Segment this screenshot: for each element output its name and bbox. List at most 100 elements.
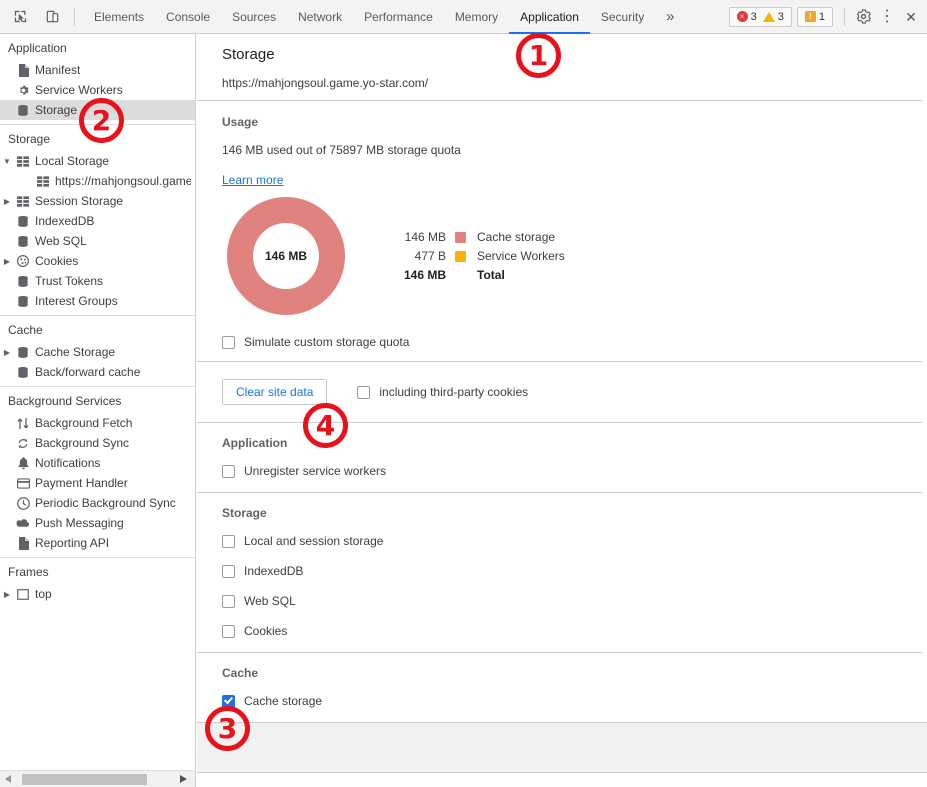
tab-application[interactable]: Application [509, 0, 590, 34]
sidebar-horizontal-scrollbar[interactable] [0, 770, 195, 787]
sidebar-item-label: Trust Tokens [35, 274, 104, 288]
database-icon [14, 275, 32, 287]
sidebar-item-push-messaging[interactable]: Push Messaging [0, 513, 195, 533]
clear-option-label: Cookies [244, 624, 288, 638]
clear-option-indexeddb-row[interactable]: IndexedDB [222, 564, 927, 578]
sidebar-item-background-sync[interactable]: Background Sync [0, 433, 195, 453]
sidebar-item-label: Cache Storage [35, 345, 116, 359]
clear-option-local-and-session-storage-checkbox[interactable] [222, 534, 235, 548]
tab-label: Sources [232, 9, 277, 24]
sidebar-item-notifications[interactable]: Notifications [0, 453, 195, 473]
issue-counter[interactable]: ! 1 [802, 11, 828, 23]
more-tabs-icon[interactable]: » [655, 0, 685, 34]
tab-sources[interactable]: Sources [221, 0, 287, 34]
issue-info-icon: ! [804, 11, 816, 22]
chevron-right-icon[interactable]: ▶ [0, 257, 14, 266]
sidebar-item-background-fetch[interactable]: Background Fetch [0, 413, 195, 433]
clear-option-cookies-row[interactable]: Cookies [222, 624, 927, 638]
chevron-right-icon[interactable]: ▶ [0, 197, 14, 206]
tab-security[interactable]: Security [590, 0, 655, 34]
sidebar-item-cookies[interactable]: ▶ Cookies [0, 251, 195, 271]
issues-counter-group[interactable]: ! 1 [796, 6, 833, 27]
sidebar-item-cache-storage[interactable]: ▶ Cache Storage [0, 342, 195, 362]
clear-site-data-button[interactable]: Clear site data [222, 379, 328, 405]
clear-option-web-sql-checkbox[interactable] [222, 594, 235, 608]
scrollbar-thumb[interactable] [22, 773, 147, 785]
scroll-left-arrow-icon[interactable] [0, 771, 16, 787]
sidebar-item-session-storage[interactable]: ▶ Session Storage [0, 191, 195, 211]
sidebar-item-trust-tokens[interactable]: Trust Tokens [0, 271, 195, 291]
clear-option-indexeddb-checkbox[interactable] [222, 564, 235, 578]
scroll-right-arrow-icon[interactable] [175, 771, 191, 787]
legend-total-label: Total [477, 268, 505, 282]
tab-elements[interactable]: Elements [83, 0, 155, 34]
issue-counters[interactable]: × 3 3 [728, 6, 792, 27]
donut-center-label: 146 MB [253, 223, 319, 289]
inspect-element-icon[interactable] [6, 3, 34, 31]
sidebar-item-service-workers[interactable]: Service Workers [0, 80, 195, 100]
clear-option-unregister-service-workers-row[interactable]: Unregister service workers [222, 464, 927, 478]
sync-icon [14, 437, 32, 450]
sidebar-item-label: Cookies [35, 254, 79, 268]
chevron-right-icon[interactable]: ▶ [0, 348, 14, 357]
simulate-custom-quota-checkbox[interactable] [222, 335, 235, 349]
sidebar-item-top[interactable]: ▶ top [0, 584, 195, 604]
learn-more-link[interactable]: Learn more [222, 173, 283, 187]
tab-network[interactable]: Network [287, 0, 353, 34]
sidebar-item-web-sql[interactable]: Web SQL [0, 231, 195, 251]
sidebar-item-https-mahjongsoul-game-yo-star-com[interactable]: https://mahjongsoul.game.yo-star.com [0, 171, 195, 191]
clear-option-local-and-session-storage-row[interactable]: Local and session storage [222, 534, 927, 548]
device-toolbar-icon[interactable] [38, 3, 66, 31]
usage-heading: Usage [222, 115, 259, 129]
sidebar-item-back-forward-cache[interactable]: Back/forward cache [0, 362, 195, 382]
chevron-down-icon[interactable]: ▼ [0, 157, 14, 166]
sidebar-item-label: Push Messaging [35, 516, 124, 530]
sidebar-item-label: top [35, 587, 52, 601]
clear-option-label: Local and session storage [244, 534, 384, 548]
sidebar-section-cache: Cache ▶ Cache Storage Back/forward cache [0, 315, 195, 386]
include-third-party-cookies-row[interactable]: including third-party cookies [357, 385, 528, 399]
sidebar-item-reporting-api[interactable]: Reporting API [0, 533, 195, 553]
devtools-toolbar: Elements Console Sources Network Perform… [0, 0, 927, 34]
warning-count: 3 [777, 10, 784, 23]
sidebar-item-label: IndexedDB [35, 214, 95, 228]
sidebar-item-payment-handler[interactable]: Payment Handler [0, 473, 195, 493]
more-tabs-label: » [666, 8, 675, 25]
cloud-icon [14, 518, 32, 528]
sidebar-item-interest-groups[interactable]: Interest Groups [0, 291, 195, 311]
simulate-custom-quota-row[interactable]: Simulate custom storage quota [222, 335, 927, 349]
tab-performance[interactable]: Performance [353, 0, 444, 34]
table-icon [14, 155, 32, 167]
clear-option-cache-storage-checkbox[interactable] [222, 694, 235, 708]
settings-gear-icon[interactable] [851, 5, 875, 29]
sidebar-item-local-storage[interactable]: ▼ Local Storage [0, 151, 195, 171]
storage-donut-chart: 146 MB [227, 197, 345, 315]
issue-count: 1 [818, 10, 825, 23]
warning-counter[interactable]: 3 [760, 11, 787, 23]
sidebar-item-label: Service Workers [35, 83, 123, 97]
legend-label: Service Workers [477, 249, 565, 263]
clear-option-cache-storage-row[interactable]: Cache storage [222, 694, 927, 708]
sidebar-item-manifest[interactable]: Manifest [0, 60, 195, 80]
more-options-icon[interactable]: ⋮ [875, 5, 899, 29]
clear-option-web-sql-row[interactable]: Web SQL [222, 594, 927, 608]
sidebar-item-indexeddb[interactable]: IndexedDB [0, 211, 195, 231]
clear-group-heading: Cache [222, 666, 259, 680]
tab-console[interactable]: Console [155, 0, 221, 34]
sidebar-item-storage[interactable]: Storage [0, 100, 195, 120]
error-counter[interactable]: × 3 [734, 11, 760, 23]
close-devtools-icon[interactable]: ✕ [899, 5, 923, 29]
sidebar-item-label: Manifest [35, 63, 81, 77]
tab-label: Performance [364, 9, 433, 24]
sidebar-item-periodic-background-sync[interactable]: Periodic Background Sync [0, 493, 195, 513]
sidebar-scroll-area[interactable]: Application Manifest Service Workers Storag… [0, 34, 195, 767]
clear-option-cookies-checkbox[interactable] [222, 624, 235, 638]
sidebar-item-label: https://mahjongsoul.game.yo-star.com [55, 174, 191, 188]
chevron-right-icon[interactable]: ▶ [0, 590, 14, 599]
database-icon [14, 295, 32, 307]
legend-value: 146 MB [404, 230, 446, 244]
tab-memory[interactable]: Memory [444, 0, 509, 34]
include-third-party-cookies-checkbox[interactable] [357, 385, 371, 399]
clear-option-unregister-service-workers-checkbox[interactable] [222, 464, 235, 478]
table-icon [34, 175, 52, 187]
